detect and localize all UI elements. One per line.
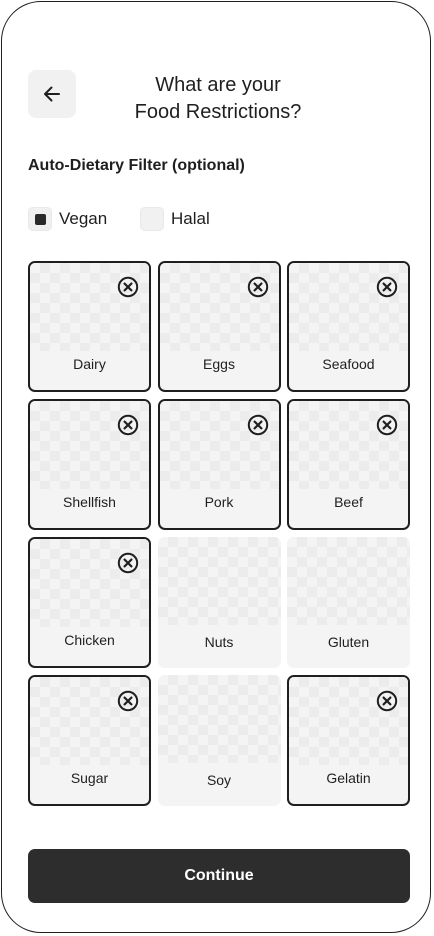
phone-frame: What are your Food Restrictions? Auto-Di… (1, 1, 431, 933)
restriction-label: Pork (204, 494, 234, 510)
vegan-checkbox[interactable] (28, 207, 52, 231)
restriction-tile-dairy[interactable]: Dairy (28, 261, 151, 392)
restriction-tile-nuts[interactable]: Nuts (157, 537, 281, 668)
restriction-tile-pork[interactable]: Pork (157, 399, 281, 530)
restriction-label: Dairy (73, 356, 106, 372)
restriction-label: Shellfish (63, 494, 116, 510)
restriction-tile-sugar[interactable]: Sugar (28, 675, 151, 806)
restriction-label: Eggs (203, 356, 235, 372)
restriction-label: Soy (206, 772, 232, 788)
circle-x-icon[interactable] (376, 690, 398, 712)
restriction-label: Gluten (327, 634, 370, 650)
image-placeholder (157, 675, 281, 763)
dietary-filter-label: Auto-Dietary Filter (optional) (28, 157, 245, 174)
filter-halal-label: Halal (171, 209, 210, 228)
filter-halal[interactable]: Halal (140, 207, 210, 231)
restriction-tile-gluten[interactable]: Gluten (287, 537, 410, 668)
image-placeholder (157, 537, 281, 625)
circle-x-icon[interactable] (376, 276, 398, 298)
restriction-label: Beef (334, 494, 363, 510)
page-title-line2: Food Restrictions? (134, 101, 302, 123)
page-title-line1: What are your (155, 74, 281, 96)
restriction-label: Chicken (64, 632, 115, 648)
image-placeholder (287, 537, 410, 625)
restriction-label: Seafood (322, 356, 375, 372)
checkbox-checked-mark (34, 213, 46, 225)
restriction-tile-eggs[interactable]: Eggs (157, 261, 281, 392)
restriction-tile-beef[interactable]: Beef (287, 399, 410, 530)
circle-x-icon[interactable] (247, 276, 269, 298)
halal-checkbox[interactable] (140, 207, 164, 231)
circle-x-icon[interactable] (117, 690, 139, 712)
arrow-left-icon (44, 86, 60, 102)
restriction-tile-shellfish[interactable]: Shellfish (28, 399, 151, 530)
restriction-tile-soy[interactable]: Soy (157, 675, 281, 806)
restriction-grid: Dairy Eggs Seafood Shellfish Pork Beef Chicken… (28, 261, 410, 806)
page-title: What are your Food Restrictions? (92, 72, 344, 126)
circle-x-icon[interactable] (117, 276, 139, 298)
restriction-label: Gelatin (326, 770, 371, 786)
filter-vegan[interactable]: Vegan (28, 207, 107, 231)
circle-x-icon[interactable] (117, 552, 139, 574)
filter-vegan-label: Vegan (59, 209, 108, 228)
continue-button[interactable]: Continue (28, 849, 410, 903)
restriction-tile-seafood[interactable]: Seafood (287, 261, 410, 392)
back-button[interactable] (28, 70, 76, 118)
circle-x-icon[interactable] (376, 414, 398, 436)
restriction-label: Sugar (70, 770, 109, 786)
circle-x-icon[interactable] (117, 414, 139, 436)
restriction-tile-gelatin[interactable]: Gelatin (287, 675, 410, 806)
circle-x-icon[interactable] (247, 414, 269, 436)
restriction-tile-chicken[interactable]: Chicken (28, 537, 151, 668)
restriction-label: Nuts (204, 634, 234, 650)
